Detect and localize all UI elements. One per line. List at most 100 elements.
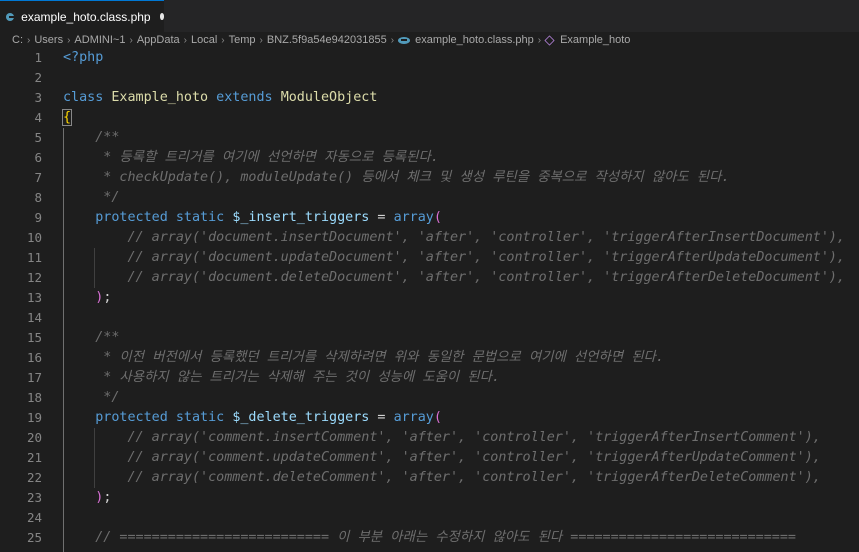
code-token: $_delete_triggers — [232, 410, 370, 425]
code-editor[interactable]: 1 <?php 2 3 class Example_hoto extends Modul… — [0, 48, 859, 552]
code-text: ); — [63, 288, 111, 308]
class-symbol-icon — [544, 34, 555, 46]
code-line[interactable]: 20 // array('comment.insertComment', 'af… — [0, 428, 859, 448]
code-line[interactable]: 10 // array('document.insertDocument', '… — [0, 228, 859, 248]
code-token: // array('comment.updateComment', 'after… — [63, 450, 821, 465]
line-number: 3 — [34, 90, 42, 105]
code-token: = — [369, 410, 394, 425]
code-token: <?php — [63, 50, 104, 65]
breadcrumb-segment[interactable]: Users — [34, 34, 63, 46]
code-line[interactable]: 1 <?php — [0, 48, 859, 68]
breadcrumb-segment[interactable]: Temp — [229, 34, 256, 46]
code-line[interactable]: 19 protected static $_delete_triggers = … — [0, 408, 859, 428]
code-token: // ========================== 이 부분 아래는 수… — [63, 530, 796, 545]
code-token: * checkUpdate(), moduleUpdate() 등에서 체크 및… — [63, 170, 730, 185]
breadcrumb-symbol[interactable]: Example_hoto — [560, 34, 630, 46]
code-token: Example_hoto — [111, 90, 209, 105]
code-token: ) — [63, 490, 104, 505]
code-token: ) — [63, 290, 104, 305]
code-token: ( — [433, 210, 442, 225]
code-text: protected static $_insert_triggers = arr… — [63, 208, 442, 228]
breadcrumb-segment[interactable]: AppData — [137, 34, 180, 46]
code-line[interactable]: 9 protected static $_insert_triggers = a… — [0, 208, 859, 228]
code-text: */ — [63, 388, 119, 408]
code-text: * checkUpdate(), moduleUpdate() 등에서 체크 및… — [63, 168, 730, 188]
unsaved-dot-icon[interactable] — [159, 13, 164, 20]
code-text: // array('document.deleteDocument', 'aft… — [63, 268, 845, 288]
php-file-icon — [398, 36, 411, 44]
tab-example-hoto[interactable]: example_hoto.class.php — [0, 0, 164, 32]
code-text: // array('comment.deleteComment', 'after… — [63, 468, 821, 488]
line-number: 14 — [26, 310, 42, 325]
code-text: class Example_hoto extends ModuleObject — [63, 88, 377, 108]
code-line[interactable]: 12 // array('document.deleteDocument', '… — [0, 268, 859, 288]
code-line[interactable]: 4{ — [0, 108, 859, 128]
code-line[interactable]: 17 * 사용하지 않는 트리거는 삭제해 주는 것이 성능에 도움이 된다. — [0, 368, 859, 388]
code-text: * 이전 버전에서 등록했던 트리거를 삭제하려면 위와 동일한 문법으로 여기… — [63, 348, 664, 368]
code-line[interactable]: 5 /** — [0, 128, 859, 148]
code-token: extends — [208, 90, 281, 105]
line-number: 25 — [26, 530, 42, 545]
code-token: array — [393, 410, 434, 425]
chevron-right-icon: › — [390, 34, 395, 46]
code-text: // array('comment.updateComment', 'after… — [63, 448, 821, 468]
breadcrumb-file[interactable]: example_hoto.class.php — [415, 34, 534, 46]
chevron-right-icon: › — [129, 34, 133, 46]
code-text: * 등록할 트리거를 여기에 선언하면 자동으로 등록된다. — [63, 148, 439, 168]
tab-bar: example_hoto.class.php — [0, 0, 859, 32]
code-line[interactable]: 24 — [0, 508, 859, 528]
code-token: * 등록할 트리거를 여기에 선언하면 자동으로 등록된다. — [63, 150, 439, 165]
code-token: // array('comment.deleteComment', 'after… — [63, 470, 821, 485]
chevron-right-icon: › — [537, 34, 542, 46]
line-number: 17 — [26, 370, 42, 385]
code-token: ModuleObject — [280, 90, 378, 105]
code-line[interactable]: 15 /** — [0, 328, 859, 348]
code-line[interactable]: 16 * 이전 버전에서 등록했던 트리거를 삭제하려면 위와 동일한 문법으로… — [0, 348, 859, 368]
code-line[interactable]: 21 // array('comment.updateComment', 'af… — [0, 448, 859, 468]
code-text: protected static $_delete_triggers = arr… — [63, 408, 442, 428]
breadcrumb-segment[interactable]: ADMINI~1 — [74, 34, 125, 46]
code-line[interactable]: 23 ); — [0, 488, 859, 508]
code-text: */ — [63, 188, 119, 208]
chevron-right-icon: › — [221, 34, 225, 46]
code-token: ; — [103, 290, 112, 305]
code-line[interactable]: 18 */ — [0, 388, 859, 408]
code-line[interactable]: 8 */ — [0, 188, 859, 208]
code-text: // array('document.insertDocument', 'aft… — [63, 228, 845, 248]
code-text: // array('comment.insertComment', 'after… — [63, 428, 820, 448]
breadcrumb-segment[interactable]: BNZ.5f9a54e942031855 — [267, 34, 387, 46]
code-token: array — [393, 210, 434, 225]
line-number: 7 — [34, 170, 42, 185]
code-token: class — [63, 90, 112, 105]
line-number: 20 — [26, 430, 42, 445]
code-line[interactable]: 2 — [0, 68, 859, 88]
line-number: 2 — [34, 70, 42, 85]
line-number: 12 — [26, 270, 42, 285]
code-line[interactable]: 7 * checkUpdate(), moduleUpdate() 등에서 체크… — [0, 168, 859, 188]
chevron-right-icon: › — [67, 34, 71, 46]
code-token: */ — [63, 390, 120, 405]
line-number: 10 — [26, 230, 42, 245]
chevron-right-icon: › — [259, 34, 263, 46]
line-number: 5 — [34, 130, 42, 145]
line-number: 11 — [26, 250, 42, 265]
code-text: { — [61, 108, 73, 128]
breadcrumb-segment[interactable]: Local — [191, 34, 217, 46]
code-token: /** — [63, 330, 120, 345]
code-token: // array('document.deleteDocument', 'aft… — [63, 270, 845, 285]
code-token: // array('document.insertDocument', 'aft… — [63, 230, 845, 245]
code-line[interactable]: 13 ); — [0, 288, 859, 308]
line-number: 13 — [26, 290, 42, 305]
code-line[interactable]: 25 // ========================== 이 부분 아래… — [0, 528, 859, 548]
code-line[interactable]: 11 // array('document.updateDocument', '… — [0, 248, 859, 268]
line-number: 8 — [34, 190, 42, 205]
breadcrumb-segment[interactable]: C: — [12, 34, 23, 46]
code-line[interactable]: 3 class Example_hoto extends ModuleObject — [0, 88, 859, 108]
line-number: 4 — [34, 110, 42, 125]
line-number: 6 — [34, 150, 42, 165]
code-line[interactable]: 22 // array('comment.deleteComment', 'af… — [0, 468, 859, 488]
line-number: 18 — [26, 390, 42, 405]
code-line[interactable]: 6 * 등록할 트리거를 여기에 선언하면 자동으로 등록된다. — [0, 148, 859, 168]
code-line[interactable]: 14 — [0, 308, 859, 328]
line-number: 16 — [26, 350, 42, 365]
